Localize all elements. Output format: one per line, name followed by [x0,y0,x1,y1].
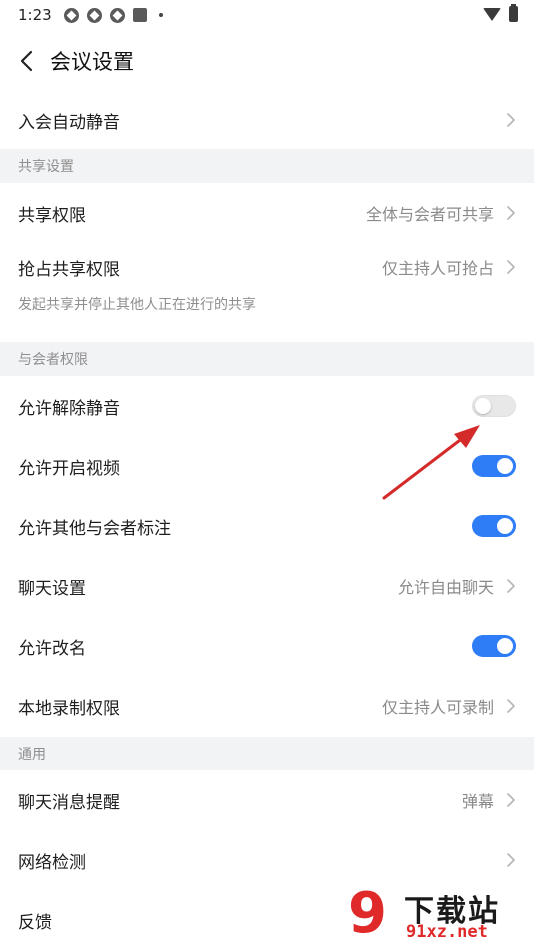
section-header-general: 通用 [0,737,534,771]
status-time: 1:23 [18,6,52,24]
share-hint-text: 发起共享并停止其他人正在进行的共享 [18,297,256,313]
row-label: 允许其他与会者标注 [18,518,171,539]
page-title: 会议设置 [50,50,134,74]
chevron-right-icon [506,852,516,868]
allow-unmute-toggle[interactable] [472,395,516,417]
app-notification-icon [132,8,147,22]
row-value: 全体与会者可共享 [365,205,494,224]
section-header-participant: 与会者权限 [0,342,534,376]
toggle-knob [497,518,513,534]
row-allow-rename: 允许改名 [0,616,534,676]
row-value: 允许自由聊天 [397,578,494,597]
row-value: 弹幕 [461,792,494,811]
notification-icon [109,7,125,23]
watermark-logo: 9 下载站 91xz.net [348,884,528,946]
row-grab-share-permission[interactable]: 抢占共享权限 仅主持人可抢占 [0,237,534,297]
row-share-permission[interactable]: 共享权限 全体与会者可共享 [0,183,534,243]
section-header-share: 共享设置 [0,149,534,183]
watermark-nine-logo: 9 [348,881,387,946]
row-label: 共享权限 [18,205,86,226]
allow-annotate-toggle[interactable] [472,515,516,537]
row-label: 本地录制权限 [18,698,120,719]
toggle-knob [497,638,513,654]
toggle-knob [475,398,491,414]
row-label: 网络检测 [18,852,86,873]
status-bar: 1:23 [0,0,534,30]
row-label: 入会自动静音 [18,112,120,133]
row-local-record-permission[interactable]: 本地录制权限 仅主持人可录制 [0,676,534,736]
back-button[interactable] [16,47,36,75]
row-label: 聊天消息提醒 [18,792,120,813]
watermark-subtitle: 91xz.net [406,922,488,942]
chevron-right-icon [506,792,516,808]
battery-icon [509,4,518,22]
allow-video-toggle[interactable] [472,455,516,477]
row-label: 聊天设置 [18,578,86,599]
chevron-right-icon [506,205,516,221]
row-label: 允许开启视频 [18,458,120,479]
row-label: 允许改名 [18,638,86,659]
chevron-right-icon [506,259,516,275]
app-header: 会议设置 [0,30,534,92]
row-auto-mute[interactable]: 入会自动静音 [0,90,534,150]
row-chat-reminder[interactable]: 聊天消息提醒 弹幕 [0,770,534,830]
row-allow-annotate: 允许其他与会者标注 [0,496,534,556]
row-label: 允许解除静音 [18,398,120,419]
row-value: 仅主持人可抢占 [381,259,494,278]
wifi-icon [483,7,501,21]
row-network-check[interactable]: 网络检测 [0,830,534,890]
chevron-right-icon [506,112,516,128]
row-allow-video: 允许开启视频 [0,436,534,496]
more-notifications-dot-icon [158,13,163,17]
row-allow-unmute: 允许解除静音 [0,376,534,436]
chevron-right-icon [506,578,516,594]
allow-rename-toggle[interactable] [472,635,516,657]
back-arrow-icon [20,50,33,72]
row-label: 抢占共享权限 [18,259,120,280]
row-chat-settings[interactable]: 聊天设置 允许自由聊天 [0,556,534,616]
row-value: 仅主持人可录制 [381,698,494,717]
chevron-right-icon [506,698,516,714]
notification-icon [86,7,102,23]
toggle-knob [497,458,513,474]
notification-icon [63,7,79,23]
status-right [483,4,518,22]
